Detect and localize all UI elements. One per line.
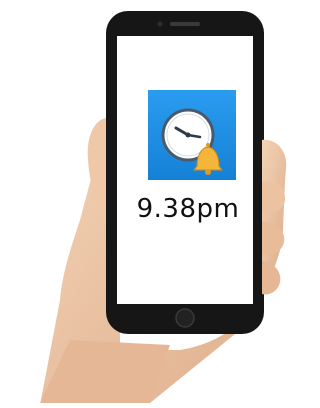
phone-earpiece (170, 22, 200, 26)
alarm-clock-app-icon (148, 90, 236, 180)
phone-home-button (175, 308, 195, 328)
time-text: 9.38pm (136, 194, 240, 224)
phone-camera (157, 21, 163, 27)
photo-scene: 9.38pm (0, 0, 302, 405)
finger-3 (262, 262, 281, 295)
